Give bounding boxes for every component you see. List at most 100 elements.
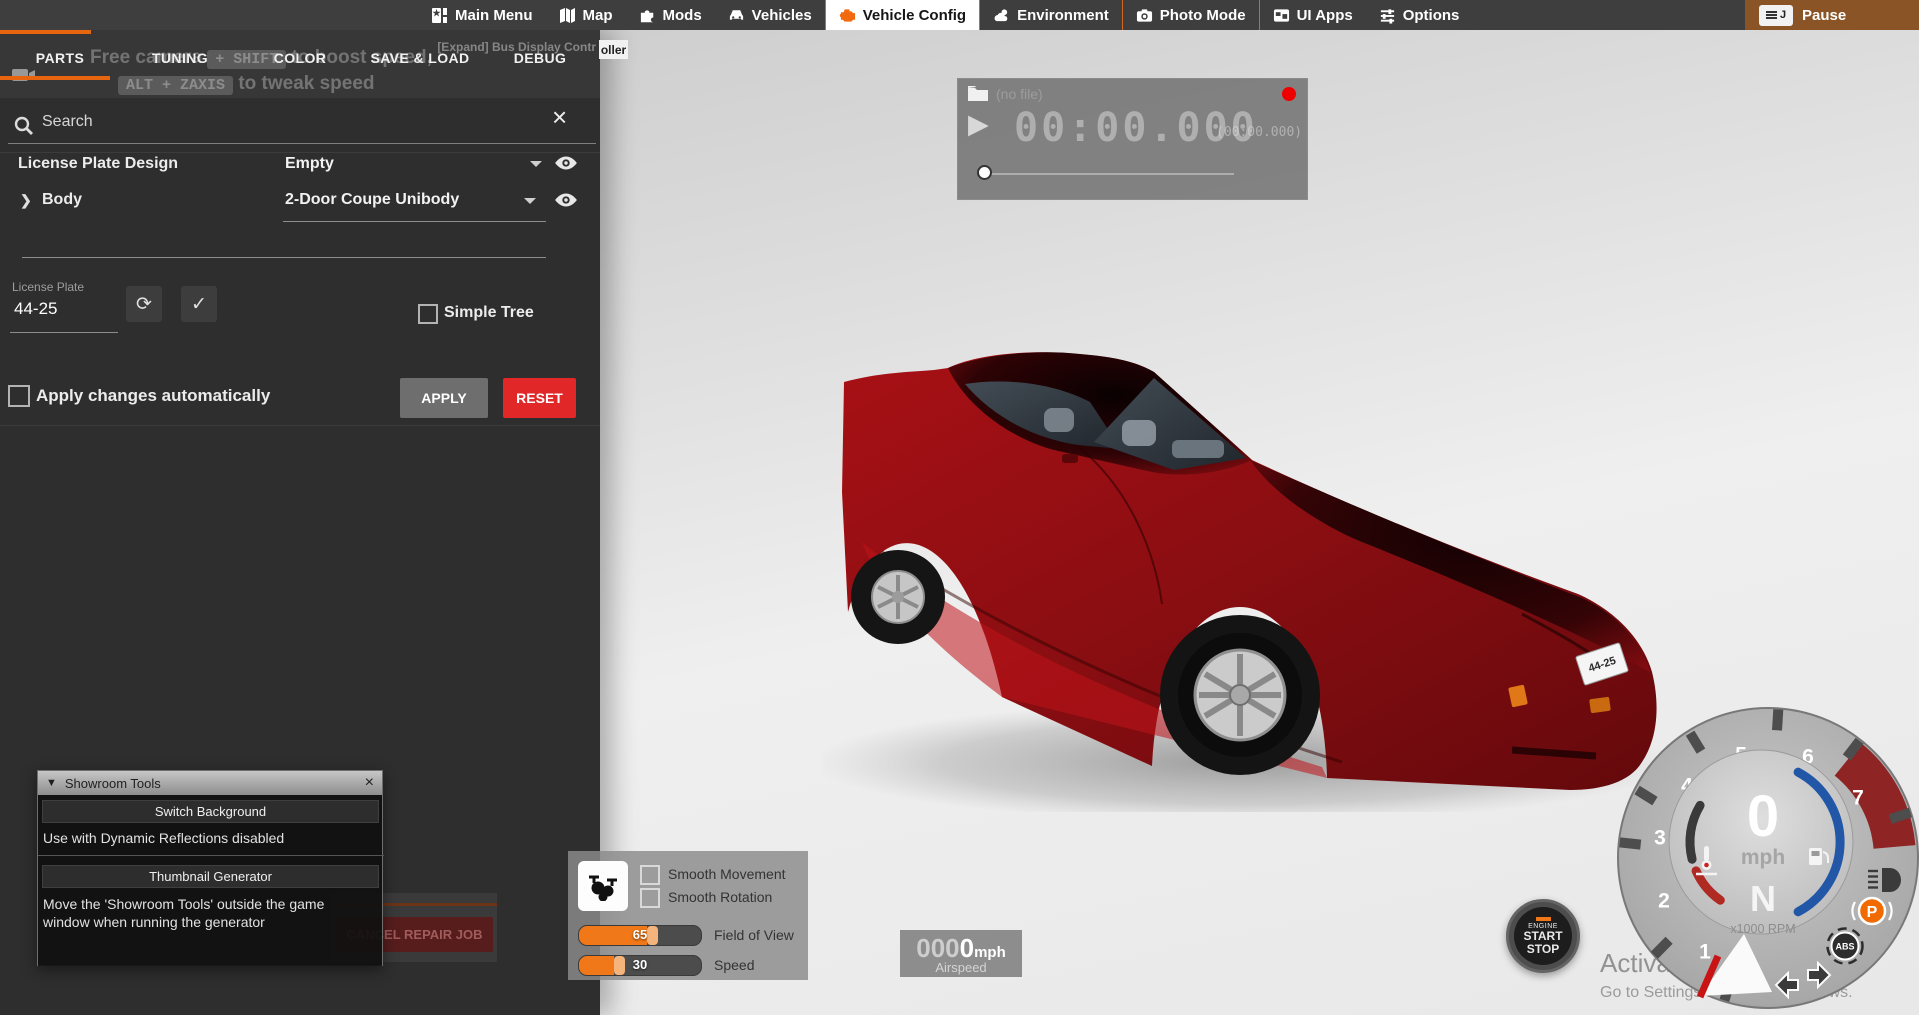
- menu-item-main-menu[interactable]: ★ Main Menu: [418, 0, 546, 30]
- showroom-tools-titlebar[interactable]: ▼ Showroom Tools ×: [38, 771, 382, 795]
- record-icon[interactable]: [1282, 87, 1296, 101]
- car-front-wheel: [1160, 615, 1320, 775]
- license-plate-design-label: License Plate Design: [18, 155, 179, 172]
- search-icon: [14, 116, 33, 135]
- search-input[interactable]: [40, 112, 504, 132]
- tiles-icon: ★: [432, 7, 447, 23]
- airspeed-value: 0: [959, 933, 975, 963]
- smooth-rotation-label: Smooth Rotation: [668, 889, 773, 905]
- license-plate-confirm-button[interactable]: ✓: [181, 286, 217, 322]
- weather-icon: [994, 8, 1008, 21]
- airspeed-leading-zeros: 000: [916, 933, 960, 963]
- svg-text:ABS: ABS: [1835, 941, 1854, 951]
- car-icon: [729, 9, 743, 20]
- tachometer-gauge: 1 2 3 4 5 6 7: [1617, 707, 1919, 1009]
- chevron-down-icon[interactable]: [530, 161, 542, 167]
- tab-color[interactable]: COLOR: [240, 50, 360, 66]
- chevron-down-icon[interactable]: [524, 198, 536, 204]
- play-icon[interactable]: ▶: [968, 109, 989, 140]
- camera-speed-slider[interactable]: 30: [578, 955, 702, 976]
- collapse-icon[interactable]: ▼: [46, 777, 57, 789]
- thumbnail-generator-note: Move the 'Showroom Tools' outside the ga…: [43, 896, 325, 930]
- camera-icon: [1136, 8, 1152, 22]
- pause-button[interactable]: J Pause: [1745, 0, 1919, 30]
- gear-indicator: N: [1750, 878, 1776, 919]
- license-plate-field-label: License Plate: [12, 280, 85, 294]
- field-of-view-slider[interactable]: 65: [578, 925, 702, 946]
- engine-button-start-label: START: [1523, 928, 1563, 943]
- switch-background-note: Use with Dynamic Reflections disabled: [43, 830, 285, 846]
- tach-number-7: 7: [1852, 786, 1864, 809]
- eye-icon[interactable]: [553, 192, 579, 208]
- menu-item-options[interactable]: Options: [1366, 0, 1473, 30]
- smooth-movement-checkbox[interactable]: [640, 865, 660, 885]
- sliders-icon: [1380, 8, 1394, 24]
- replay-file-label: (no file): [996, 86, 1043, 102]
- speed-unit: mph: [1741, 846, 1785, 869]
- menu-item-photo-mode[interactable]: Photo Mode: [1123, 0, 1259, 30]
- drone-icon: [589, 875, 617, 901]
- license-plate-randomize-button[interactable]: ⟳: [126, 286, 162, 322]
- airspeed-unit: mph: [974, 944, 1006, 961]
- rpm-scale-label: x1000 RPM: [1730, 922, 1795, 936]
- car-rear-wheel: [851, 550, 945, 644]
- replay-seek-handle[interactable]: [977, 165, 992, 180]
- map-icon: [559, 7, 575, 23]
- apply-button[interactable]: APPLY: [400, 378, 488, 418]
- zaxis-key-hint: ALT + ZAXIS: [118, 76, 234, 95]
- camera-speed-label: Speed: [714, 957, 755, 973]
- tab-save-load[interactable]: SAVE & LOAD: [360, 50, 480, 66]
- menu-item-mods[interactable]: Mods: [626, 0, 715, 30]
- field-of-view-label: Field of View: [714, 927, 794, 943]
- apply-auto-label: Apply changes automatically: [36, 386, 271, 405]
- body-label[interactable]: Body: [42, 191, 82, 209]
- svg-text:P: P: [1867, 904, 1878, 921]
- apply-auto-checkbox[interactable]: [8, 385, 30, 407]
- active-tab-underline: [0, 76, 110, 80]
- speed-readout: 0: [1747, 784, 1779, 849]
- back-button-underline: [0, 30, 91, 34]
- refresh-icon: ⟳: [136, 293, 152, 315]
- showroom-tools-title: Showroom Tools: [64, 775, 161, 791]
- replay-timer-widget: (no file) ▶ 00:00.000 (00:00.000): [957, 78, 1308, 200]
- showroom-car: 44-25: [812, 342, 1672, 822]
- tach-number-2: 2: [1658, 889, 1670, 912]
- tab-parts[interactable]: PARTS: [0, 50, 120, 66]
- camera-hint-line2: ALT + ZAXIS to tweak speed: [118, 73, 375, 95]
- menu-item-map[interactable]: Map: [546, 0, 626, 30]
- switch-background-button[interactable]: Switch Background: [42, 800, 379, 823]
- license-plate-input[interactable]: [12, 298, 116, 320]
- expand-chevron-icon[interactable]: ❯: [20, 192, 32, 209]
- camera-control-widget: Smooth Movement Smooth Rotation 65 Field…: [568, 851, 808, 980]
- tab-debug[interactable]: DEBUG: [480, 50, 600, 66]
- camera-drone-button[interactable]: [578, 861, 628, 911]
- menu-item-ui-apps[interactable]: UI Apps: [1260, 0, 1366, 30]
- body-value[interactable]: 2-Door Coupe Unibody: [285, 191, 459, 209]
- replay-seekbar[interactable]: [988, 173, 1234, 175]
- menu-item-vehicles[interactable]: Vehicles: [715, 0, 825, 30]
- menu-item-environment[interactable]: Environment: [980, 0, 1122, 30]
- bus-display-tooltip-overflow: oller: [599, 40, 628, 59]
- panel-header: Free camera + SHIFT to boost speed, ALT …: [0, 30, 600, 98]
- eye-icon[interactable]: [553, 155, 579, 171]
- check-icon: ✓: [191, 293, 207, 315]
- simple-tree-checkbox[interactable]: [418, 304, 438, 324]
- camera-speed-value: 30: [632, 957, 648, 972]
- smooth-rotation-checkbox[interactable]: [640, 888, 660, 908]
- close-icon[interactable]: ×: [365, 774, 374, 792]
- close-icon[interactable]: ×: [552, 102, 567, 133]
- replay-total-time: (00:00.000): [1216, 125, 1303, 140]
- reset-button[interactable]: RESET: [503, 378, 576, 418]
- airspeed-widget: 0000mph Airspeed: [900, 930, 1022, 977]
- tach-number-3: 3: [1654, 826, 1666, 849]
- menu-item-vehicle-config[interactable]: Vehicle Config: [825, 0, 980, 30]
- folder-icon[interactable]: [967, 85, 989, 102]
- tab-tuning[interactable]: TUNING: [120, 50, 240, 66]
- thumbnail-generator-button[interactable]: Thumbnail Generator: [42, 865, 379, 888]
- engine-start-stop-button[interactable]: ENGINE START STOP: [1506, 899, 1580, 973]
- license-plate-design-value[interactable]: Empty: [285, 155, 334, 173]
- tach-number-1: 1: [1699, 940, 1711, 963]
- field-of-view-value: 65: [632, 927, 648, 942]
- svg-text:★: ★: [432, 8, 441, 18]
- engine-icon: [839, 8, 855, 22]
